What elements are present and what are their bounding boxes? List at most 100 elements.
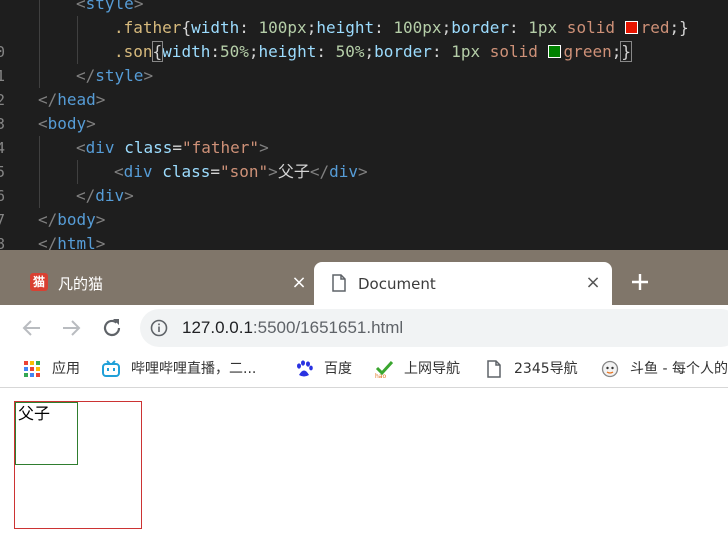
code-token: > [95, 234, 106, 250]
line-number: 6 [0, 187, 6, 205]
code-token: { [181, 18, 192, 37]
code-token: > [268, 162, 278, 181]
document-icon [487, 360, 501, 378]
line-number: 0 [0, 43, 6, 61]
code-text: </div> [76, 184, 134, 208]
code-token: width [191, 18, 240, 37]
code-token: 100px [393, 18, 442, 37]
tab-document[interactable]: Document × [314, 262, 612, 305]
code-token: = [210, 162, 220, 181]
indent-guide [77, 160, 78, 184]
line-number: 1 [0, 67, 6, 85]
code-token: ; [441, 18, 452, 37]
code-editor[interactable]: <style> .father{width: 100px;height: 100p… [0, 0, 728, 250]
code-token: .father [114, 18, 182, 37]
code-token: style [95, 66, 144, 85]
apps-grid-icon [24, 361, 40, 377]
code-text: .father{width: 100px;height: 100px;borde… [114, 16, 689, 40]
indent-guide [77, 16, 78, 40]
code-text: .son{width:50%;height: 50%;border: 1px s… [114, 40, 632, 64]
bilibili-icon [102, 360, 120, 377]
code-text: <div class="son">父子</div> [114, 160, 368, 184]
code-token: { [151, 41, 164, 62]
code-token: div [95, 186, 125, 205]
code-token: "son" [220, 162, 269, 181]
code-token: < [114, 162, 124, 181]
code-line[interactable]: 4 <div class="father"> [0, 136, 728, 160]
code-token: div [123, 162, 153, 181]
back-arrow-icon[interactable] [19, 315, 45, 341]
code-token: .son [114, 42, 153, 61]
code-token: > [86, 114, 96, 133]
code-line[interactable]: 6 </div> [0, 184, 728, 208]
code-token: class [124, 138, 173, 157]
code-token: html [57, 234, 96, 250]
indent-guide [39, 0, 40, 16]
url-text[interactable]: 127.0.0.1:5500/1651651.html [182, 317, 403, 339]
son-box: 父子 [15, 402, 78, 465]
indent-guide [77, 40, 78, 64]
code-token: 50% [335, 42, 365, 61]
code-token: ; [306, 18, 317, 37]
tab-fandemao[interactable]: 猫 凡的猫 × [14, 262, 310, 305]
code-token: > [95, 210, 106, 229]
info-icon[interactable] [150, 319, 168, 337]
code-token: </ [38, 210, 58, 229]
code-text: </html> [38, 232, 105, 250]
code-text: </head> [38, 88, 105, 112]
close-tab-button[interactable]: × [288, 272, 310, 294]
code-token: height [316, 18, 375, 37]
url-host: 127.0.0.1 [182, 318, 253, 337]
code-token: border [374, 42, 432, 61]
address-bar[interactable]: 127.0.0.1:5500/1651651.html [140, 309, 728, 347]
code-token: : [374, 18, 394, 37]
code-token: > [143, 66, 154, 85]
page-viewport: 父子 [0, 388, 728, 539]
code-token: </ [309, 162, 330, 181]
code-token: > [95, 90, 106, 109]
reload-icon[interactable] [99, 315, 125, 341]
code-line[interactable]: 5 <div class="son">父子</div> [0, 160, 728, 184]
code-token: < [76, 0, 86, 13]
code-token: = [172, 138, 182, 157]
close-tab-button[interactable]: × [582, 272, 604, 294]
code-token: height [258, 42, 317, 61]
code-token: body [57, 210, 96, 229]
code-token: : [239, 18, 259, 37]
code-line[interactable]: 0 .son{width:50%;height: 50%;border: 1px … [0, 40, 728, 64]
tab-title: Document [358, 275, 436, 293]
forward-arrow-icon[interactable] [58, 315, 84, 341]
code-line[interactable]: .father{width: 100px;height: 100px;borde… [0, 16, 728, 40]
code-token: "father" [182, 138, 260, 157]
line-number: 2 [0, 91, 6, 109]
code-token: </ [76, 186, 96, 205]
indent-guide [39, 184, 40, 208]
code-token: > [358, 162, 368, 181]
code-token: green [563, 42, 612, 61]
douyu-icon [601, 360, 619, 378]
new-tab-icon[interactable] [628, 270, 652, 294]
bookmark-label: 斗鱼 - 每个人的 [630, 361, 728, 377]
code-line[interactable]: <style> [0, 0, 728, 16]
code-line[interactable]: 2 </head> [0, 88, 728, 112]
document-icon [332, 274, 346, 292]
code-token: > [259, 138, 269, 157]
code-token: 1px [451, 42, 481, 61]
code-token: ; [248, 42, 259, 61]
code-line[interactable]: 1 </style> [0, 64, 728, 88]
code-line[interactable]: 3 <body> [0, 112, 728, 136]
code-token: : [316, 42, 336, 61]
code-token: width [162, 42, 211, 61]
code-line[interactable]: 8 </html> [0, 232, 728, 250]
code-text: <style> [76, 0, 143, 16]
hao-icon: hao [375, 360, 394, 379]
code-text: </style> [76, 64, 153, 88]
code-line[interactable]: 7 </body> [0, 208, 728, 232]
code-token: > [133, 0, 144, 13]
code-token: ;} [669, 18, 689, 37]
code-token: 50% [219, 42, 249, 61]
code-token: ; [611, 42, 622, 61]
svg-text:hao: hao [375, 373, 386, 379]
